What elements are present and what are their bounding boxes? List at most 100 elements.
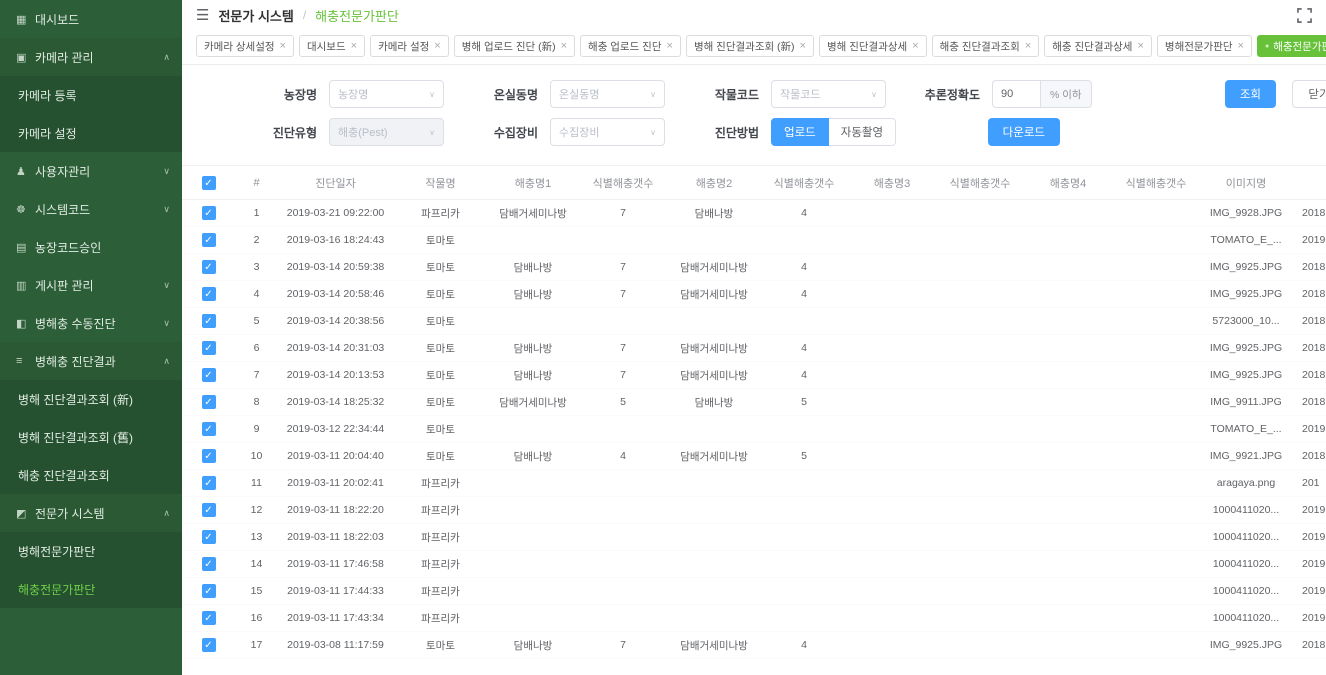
row-checkbox[interactable]: ✓: [202, 557, 216, 571]
row-checkbox[interactable]: ✓: [202, 503, 216, 517]
chevron-down-icon: ∨: [163, 280, 170, 291]
table-row[interactable]: ✓62019-03-14 20:31:03토마토담배나방7담배거세미나방4IMG…: [182, 335, 1326, 362]
sidebar-item-pest-diagnosis-results[interactable]: ≡병해충 진단결과∧: [0, 342, 182, 380]
table-row[interactable]: ✓42019-03-14 20:58:46토마토담배나방7담배거세미나방4IMG…: [182, 281, 1326, 308]
row-checkbox[interactable]: ✓: [202, 341, 216, 355]
cell-pest3-name: [848, 497, 936, 524]
table-row[interactable]: ✓132019-03-11 18:22:03파프리카1000411020...2…: [182, 524, 1326, 551]
table-row[interactable]: ✓112019-03-11 20:02:41파프리카aragaya.png201: [182, 470, 1326, 497]
cell-pest4-count: [1112, 227, 1200, 254]
tab-camera-settings[interactable]: 카메라 설정×: [370, 35, 449, 57]
tab-disease-results-new[interactable]: 병해 진단결과조회 (新)×: [686, 35, 814, 57]
table-row[interactable]: ✓32019-03-14 20:59:38토마토담배나방7담배거세미나방4IMG…: [182, 254, 1326, 281]
download-button[interactable]: 다운로드: [988, 118, 1060, 146]
accuracy-input[interactable]: [992, 80, 1040, 108]
close-button[interactable]: 닫기: [1292, 80, 1326, 108]
tab-pest-expert-judgment[interactable]: ●해충전문가판단×: [1257, 35, 1326, 57]
method-upload-button[interactable]: 업로드: [771, 118, 829, 146]
table-row[interactable]: ✓102019-03-11 20:04:40토마토담배나방4담배거세미나방5IM…: [182, 443, 1326, 470]
cell-judgment-date: 2018: [1292, 254, 1326, 281]
table-row[interactable]: ✓152019-03-11 17:44:33파프리카1000411020...2…: [182, 578, 1326, 605]
row-checkbox[interactable]: ✓: [202, 422, 216, 436]
row-checkbox[interactable]: ✓: [202, 449, 216, 463]
close-icon[interactable]: ×: [351, 40, 357, 52]
cell-pest4-count: [1112, 389, 1200, 416]
sidebar-item-disease-results-new[interactable]: 병해 진단결과조회 (新): [0, 380, 182, 418]
row-checkbox[interactable]: ✓: [202, 584, 216, 598]
tab-pest-upload-diagnosis[interactable]: 해충 업로드 진단×: [580, 35, 681, 57]
crop-code-select[interactable]: 작물코드 ∨: [771, 80, 886, 108]
sidebar-item-dashboard[interactable]: ▦대시보드: [0, 0, 182, 38]
sidebar-item-pest-expert-judgment[interactable]: 해충전문가판단: [0, 570, 182, 608]
cell-pest1-count: [578, 308, 668, 335]
sidebar-item-camera-management[interactable]: ▣카메라 관리∧: [0, 38, 182, 76]
row-checkbox[interactable]: ✓: [202, 476, 216, 490]
close-icon[interactable]: ×: [912, 40, 918, 52]
diagnosis-type-select[interactable]: 해충(Pest) ∨: [329, 118, 444, 146]
tab-camera-detail-settings[interactable]: 카메라 상세설정×: [196, 35, 294, 57]
sidebar-item-farm-code-approval[interactable]: ▤농장코드승인: [0, 228, 182, 266]
table-row[interactable]: ✓72019-03-14 20:13:53토마토담배나방7담배거세미나방4IMG…: [182, 362, 1326, 389]
row-checkbox[interactable]: ✓: [202, 260, 216, 274]
row-checkbox[interactable]: ✓: [202, 314, 216, 328]
sidebar-item-pest-results[interactable]: 해충 진단결과조회: [0, 456, 182, 494]
row-checkbox[interactable]: ✓: [202, 368, 216, 382]
tab-disease-expert-judgment[interactable]: 병해전문가판단×: [1157, 35, 1252, 57]
close-icon[interactable]: ×: [1025, 40, 1031, 52]
sidebar-item-board-management[interactable]: ▥게시판 관리∨: [0, 266, 182, 304]
table-row[interactable]: ✓172019-03-08 11:17:59토마토담배나방7담배거세미나방4IM…: [182, 632, 1326, 659]
greenhouse-select-value: 온실동명: [559, 86, 599, 102]
method-group: 진단방법 업로드 자동촬영: [679, 118, 896, 146]
close-icon[interactable]: ×: [667, 40, 673, 52]
cell-image-name: IMG_9925.JPG: [1200, 254, 1292, 281]
row-checkbox[interactable]: ✓: [202, 287, 216, 301]
cell-pest1-count: 7: [578, 632, 668, 659]
table-row[interactable]: ✓142019-03-11 17:46:58파프리카1000411020...2…: [182, 551, 1326, 578]
row-checkbox[interactable]: ✓: [202, 395, 216, 409]
device-group: 수집장비 수집장비 ∨: [458, 118, 665, 146]
farm-name-select[interactable]: 농장명 ∨: [329, 80, 444, 108]
sidebar-item-user-management[interactable]: ♟사용자관리∨: [0, 152, 182, 190]
table-row[interactable]: ✓92019-03-12 22:34:44토마토TOMATO_E_...2019: [182, 416, 1326, 443]
table-row[interactable]: ✓52019-03-14 20:38:56토마토5723000_10...201…: [182, 308, 1326, 335]
row-checkbox[interactable]: ✓: [202, 611, 216, 625]
method-auto-capture-button[interactable]: 자동촬영: [829, 118, 896, 146]
cell-pest3-name: [848, 605, 936, 632]
device-select[interactable]: 수집장비 ∨: [550, 118, 665, 146]
tab-disease-upload-diagnosis-new[interactable]: 병해 업로드 진단 (新)×: [454, 35, 575, 57]
tab-pest-results[interactable]: 해충 진단결과조회×: [932, 35, 1040, 57]
close-icon[interactable]: ×: [1238, 40, 1244, 52]
sidebar-item-pest-manual-diagnosis[interactable]: ◧병해충 수동진단∨: [0, 304, 182, 342]
row-checkbox[interactable]: ✓: [202, 233, 216, 247]
sidebar-item-camera-settings[interactable]: 카메라 설정: [0, 114, 182, 152]
row-checkbox[interactable]: ✓: [202, 530, 216, 544]
sidebar-item-disease-expert-judgment[interactable]: 병해전문가판단: [0, 532, 182, 570]
table-row[interactable]: ✓122019-03-11 18:22:20파프리카1000411020...2…: [182, 497, 1326, 524]
menu-icon[interactable]: ☰: [196, 6, 209, 24]
row-checkbox[interactable]: ✓: [202, 638, 216, 652]
sidebar-item-camera-register[interactable]: 카메라 등록: [0, 76, 182, 114]
cell-pest1-count: 7: [578, 281, 668, 308]
table-row[interactable]: ✓12019-03-21 09:22:00파프리카담배거세미나방7담배나방4IM…: [182, 200, 1326, 227]
cell-pest3-name: [848, 308, 936, 335]
tab-disease-result-detail[interactable]: 병해 진단결과상세×: [819, 35, 927, 57]
close-icon[interactable]: ×: [561, 40, 567, 52]
tab-pest-result-detail[interactable]: 해충 진단결과상세×: [1044, 35, 1152, 57]
tab-dashboard[interactable]: 대시보드×: [299, 35, 365, 57]
table-row[interactable]: ✓22019-03-16 18:24:43토마토TOMATO_E_...2019: [182, 227, 1326, 254]
close-icon[interactable]: ×: [434, 40, 440, 52]
row-checkbox[interactable]: ✓: [202, 206, 216, 220]
table-row[interactable]: ✓82019-03-14 18:25:32토마토담배거세미나방5담배나방5IMG…: [182, 389, 1326, 416]
sidebar-item-system-code[interactable]: ☸시스템코드∨: [0, 190, 182, 228]
close-icon[interactable]: ×: [1137, 40, 1143, 52]
sidebar-item-disease-results-old[interactable]: 병해 진단결과조회 (舊): [0, 418, 182, 456]
table-row[interactable]: ✓162019-03-11 17:43:34파프리카1000411020...2…: [182, 605, 1326, 632]
close-icon[interactable]: ×: [280, 40, 286, 52]
fullscreen-icon[interactable]: [1297, 8, 1312, 23]
search-button[interactable]: 조회: [1225, 80, 1276, 108]
close-icon[interactable]: ×: [800, 40, 806, 52]
sidebar-item-expert-system[interactable]: ◩전문가 시스템∧: [0, 494, 182, 532]
greenhouse-select[interactable]: 온실동명 ∨: [550, 80, 665, 108]
results-table: ✓#진단일자작물명해충명1식별해충갯수해충명2식별해충갯수해충명3식별해충갯수해…: [182, 165, 1326, 659]
select-all-checkbox[interactable]: ✓: [202, 176, 216, 190]
